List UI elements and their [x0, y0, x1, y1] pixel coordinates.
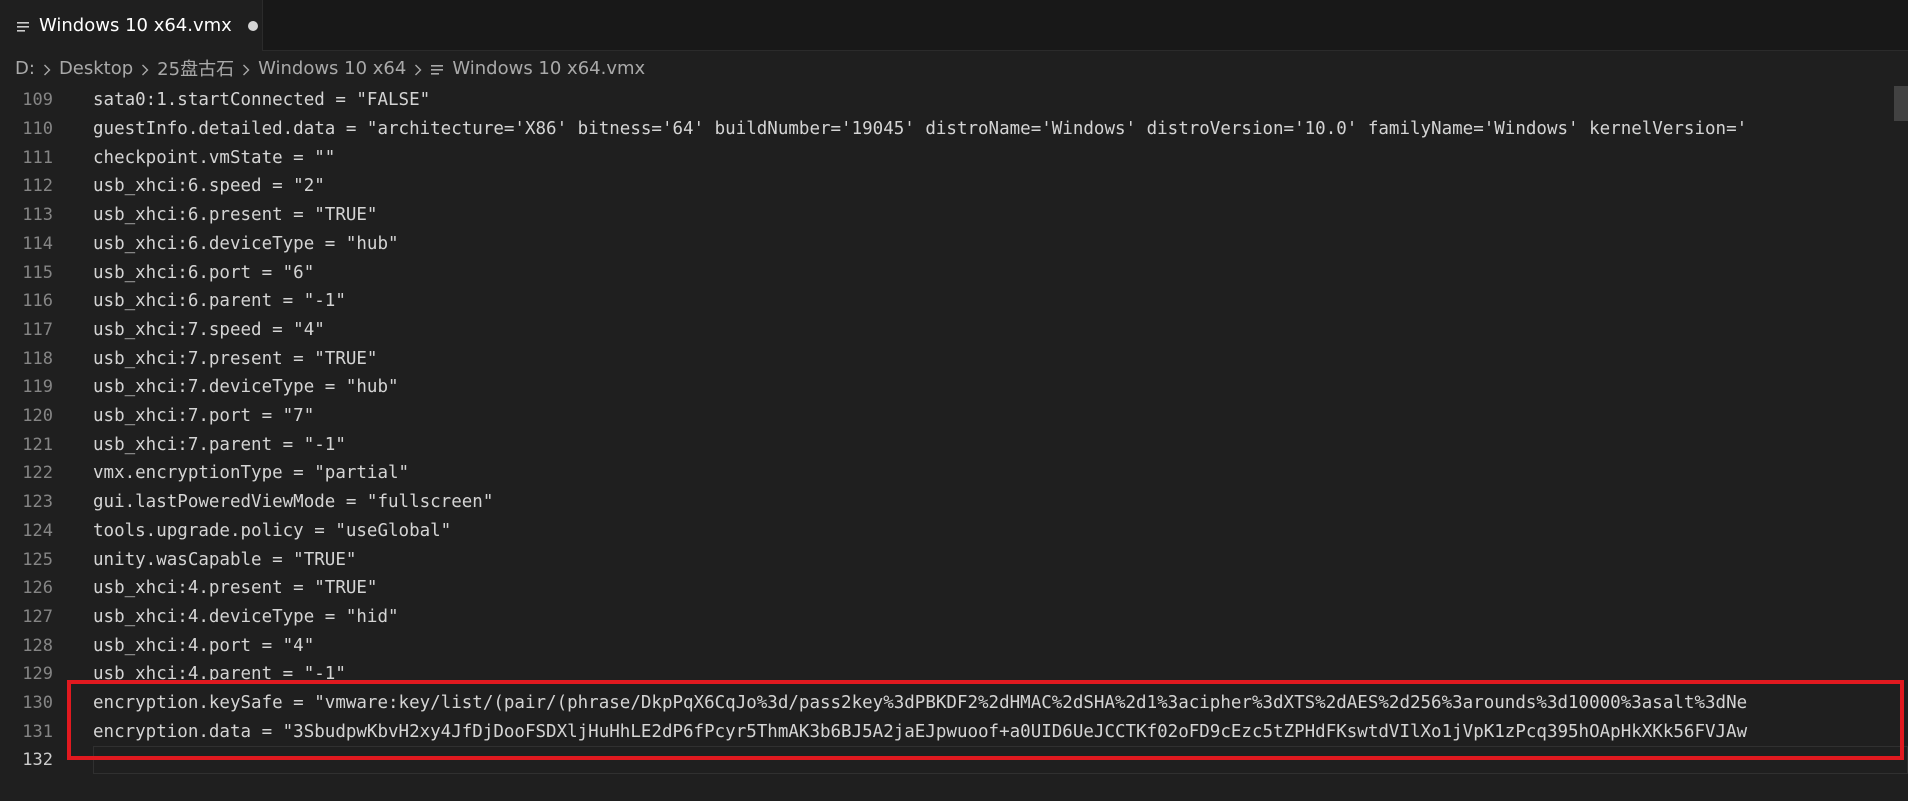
line-number: 117	[22, 319, 53, 340]
code-line[interactable]: 122 vmx.encryptionType = "partial"	[0, 459, 1908, 488]
tab-label: Windows 10 x64.vmx	[39, 15, 232, 36]
line-number: 121	[22, 434, 53, 455]
line-number: 119	[22, 377, 53, 398]
line-number: 115	[22, 262, 53, 283]
line-number: 109	[22, 90, 53, 111]
code-text[interactable]: usb_xhci:7.port = "7"	[93, 406, 314, 426]
code-line[interactable]: 119 usb_xhci:7.deviceType = "hub"	[0, 373, 1908, 402]
chevron-right-icon	[414, 61, 422, 76]
code-line[interactable]: 109 sata0:1.startConnected = "FALSE"	[0, 86, 1908, 115]
chevron-right-icon	[43, 61, 51, 76]
code-line[interactable]: 128 usb_xhci:4.port = "4"	[0, 631, 1908, 660]
line-number: 113	[22, 205, 53, 226]
code-text[interactable]: usb_xhci:7.speed = "4"	[93, 320, 325, 340]
code-text[interactable]: guestInfo.detailed.data = "architecture=…	[93, 119, 1747, 139]
code-line[interactable]: 110 guestInfo.detailed.data = "architectu…	[0, 115, 1908, 144]
line-number: 130	[22, 693, 53, 714]
breadcrumb: D: Desktop 25盘古石 Windows 10 x64 Windows …	[0, 51, 1908, 85]
line-number: 120	[22, 406, 53, 427]
code-line[interactable]: 112 usb_xhci:6.speed = "2"	[0, 172, 1908, 201]
lines-icon	[16, 19, 30, 33]
chevron-right-icon	[242, 61, 250, 76]
code-line[interactable]: 117 usb_xhci:7.speed = "4"	[0, 316, 1908, 345]
code-line[interactable]: 116 usb_xhci:6.parent = "-1"	[0, 287, 1908, 316]
line-number: 110	[22, 119, 53, 140]
code-line[interactable]: 124 tools.upgrade.policy = "useGlobal"	[0, 517, 1908, 546]
line-number: 131	[22, 721, 53, 742]
code-line[interactable]: 118 usb_xhci:7.present = "TRUE"	[0, 344, 1908, 373]
highlight-annotation-box	[67, 680, 1904, 760]
line-number: 127	[22, 606, 53, 627]
line-number: 123	[22, 492, 53, 513]
line-number: 118	[22, 348, 53, 369]
line-number: 128	[22, 635, 53, 656]
code-line[interactable]: 113 usb_xhci:6.present = "TRUE"	[0, 201, 1908, 230]
code-text[interactable]: usb_xhci:4.present = "TRUE"	[93, 578, 377, 598]
tab-bar: Windows 10 x64.vmx	[0, 0, 1908, 51]
breadcrumb-item[interactable]: Windows 10 x64	[258, 58, 406, 79]
code-text[interactable]: usb_xhci:6.parent = "-1"	[93, 291, 346, 311]
chevron-right-icon	[141, 61, 149, 76]
line-number: 124	[22, 520, 53, 541]
code-line[interactable]: 114 usb_xhci:6.deviceType = "hub"	[0, 230, 1908, 259]
lines-icon	[430, 61, 444, 75]
code-line[interactable]: 125 unity.wasCapable = "TRUE"	[0, 545, 1908, 574]
code-line[interactable]: 111 checkpoint.vmState = ""	[0, 143, 1908, 172]
line-number: 132	[22, 750, 53, 771]
breadcrumb-item[interactable]: D:	[15, 58, 35, 79]
line-number: 111	[22, 147, 53, 168]
line-number: 126	[22, 578, 53, 599]
code-text[interactable]: sata0:1.startConnected = "FALSE"	[93, 90, 430, 110]
code-text[interactable]: usb_xhci:6.port = "6"	[93, 263, 314, 283]
line-number: 112	[22, 176, 53, 197]
code-text[interactable]: usb_xhci:7.parent = "-1"	[93, 435, 346, 455]
code-text[interactable]: tools.upgrade.policy = "useGlobal"	[93, 521, 451, 541]
code-text[interactable]: unity.wasCapable = "TRUE"	[93, 550, 356, 570]
line-number: 125	[22, 549, 53, 570]
breadcrumb-item[interactable]: 25盘古石	[157, 55, 234, 81]
code-line[interactable]: 121 usb_xhci:7.parent = "-1"	[0, 430, 1908, 459]
code-text[interactable]: usb_xhci:6.speed = "2"	[93, 176, 325, 196]
code-line[interactable]: 115 usb_xhci:6.port = "6"	[0, 258, 1908, 287]
line-number: 129	[22, 664, 53, 685]
line-number: 122	[22, 463, 53, 484]
editor-tab[interactable]: Windows 10 x64.vmx	[0, 0, 263, 51]
code-text[interactable]: usb_xhci:4.port = "4"	[93, 636, 314, 656]
code-text[interactable]: usb_xhci:7.present = "TRUE"	[93, 349, 377, 369]
code-text[interactable]: vmx.encryptionType = "partial"	[93, 463, 409, 483]
breadcrumb-item[interactable]: Desktop	[59, 58, 133, 79]
breadcrumb-file[interactable]: Windows 10 x64.vmx	[452, 58, 645, 79]
code-text[interactable]: usb_xhci:7.deviceType = "hub"	[93, 377, 399, 397]
code-line[interactable]: 120 usb_xhci:7.port = "7"	[0, 402, 1908, 431]
line-number: 114	[22, 233, 53, 254]
code-line[interactable]: 127 usb_xhci:4.deviceType = "hid"	[0, 603, 1908, 632]
code-text[interactable]: usb_xhci:6.deviceType = "hub"	[93, 234, 399, 254]
code-text[interactable]: usb_xhci:4.deviceType = "hid"	[93, 607, 399, 627]
code-line[interactable]: 123 gui.lastPoweredViewMode = "fullscreen…	[0, 488, 1908, 517]
line-number: 116	[22, 291, 53, 312]
code-text[interactable]: usb_xhci:6.present = "TRUE"	[93, 205, 377, 225]
code-text[interactable]: checkpoint.vmState = ""	[93, 148, 335, 168]
unsaved-dot-icon[interactable]	[247, 20, 258, 31]
code-line[interactable]: 126 usb_xhci:4.present = "TRUE"	[0, 574, 1908, 603]
code-text[interactable]: gui.lastPoweredViewMode = "fullscreen"	[93, 492, 493, 512]
vertical-scrollbar-thumb[interactable]	[1894, 86, 1908, 121]
